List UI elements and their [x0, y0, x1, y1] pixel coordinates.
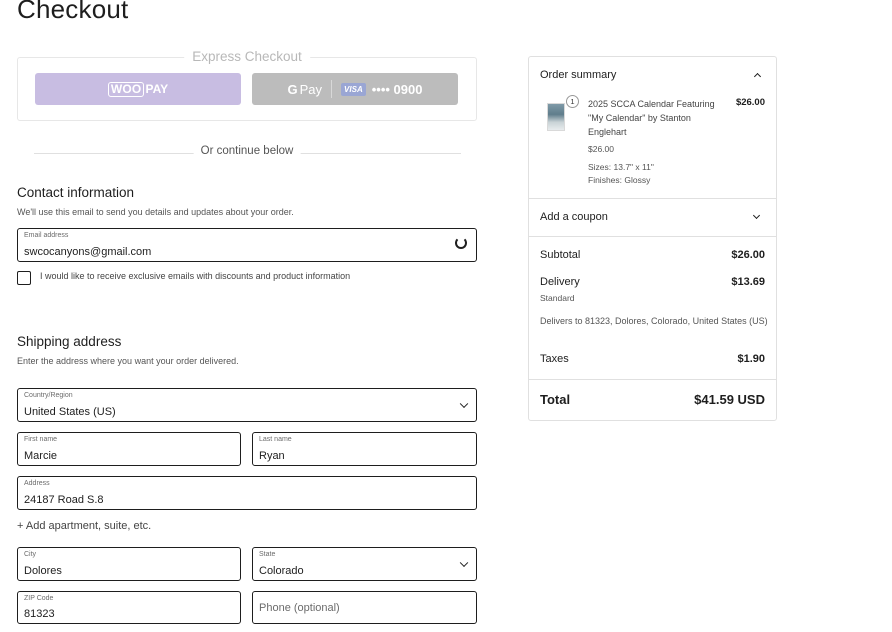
chevron-up-icon[interactable] [753, 72, 762, 81]
add-coupon-toggle[interactable]: Add a coupon [540, 211, 608, 223]
phone-placeholder: Phone (optional) [259, 601, 340, 614]
email-field-value: swcocanyons@gmail.com [24, 246, 152, 258]
country-select-label: Country/Region [24, 392, 73, 399]
delivery-value: $13.69 [731, 276, 765, 288]
page-title: Checkout [17, 0, 129, 24]
state-label: State [259, 551, 276, 558]
zip-label: ZIP Code [24, 595, 54, 602]
summary-divider [529, 236, 776, 237]
woopay-logo-woo: WOO [107, 81, 145, 97]
summary-divider [529, 198, 776, 199]
country-select[interactable]: Country/Region United States (US) [17, 388, 477, 422]
contact-section-title: Contact information [17, 185, 135, 200]
email-field-label: Email address [24, 232, 69, 239]
product-line-price: $26.00 [735, 97, 765, 108]
express-checkout-title: Express Checkout [184, 49, 310, 64]
marketing-optin-checkbox[interactable] [17, 271, 31, 285]
order-summary-panel: Order summary 1 2025 SCCA Calendar Featu… [528, 56, 777, 421]
city-value: Dolores [24, 565, 62, 577]
first-name-label: First name [24, 436, 58, 443]
contact-section-subtitle: We'll use this email to send you details… [17, 207, 294, 217]
zip-value: 81323 [24, 608, 55, 620]
city-field[interactable]: City Dolores [17, 547, 241, 581]
express-checkout-panel: Express Checkout WOO PAY G Pay VISA ••••… [17, 49, 477, 121]
state-select[interactable]: State Colorado [252, 547, 477, 581]
taxes-label: Taxes [540, 353, 569, 365]
visa-card-icon: VISA [341, 82, 366, 96]
gpay-separator [331, 80, 333, 98]
delivery-label: Delivery [540, 276, 580, 288]
chevron-down-icon[interactable] [752, 211, 761, 220]
total-value: $41.59 USD [694, 392, 765, 407]
last-name-value: Ryan [259, 450, 285, 462]
city-label: City [24, 551, 37, 558]
address-field[interactable]: Address 24187 Road S.8 [17, 476, 477, 510]
delivery-address-note: Delivers to 81323, Dolores, Colorado, Un… [540, 316, 768, 326]
country-select-value: United States (US) [24, 406, 116, 418]
summary-divider [529, 379, 776, 380]
gpay-label: Pay [299, 81, 323, 97]
order-summary-title[interactable]: Order summary [540, 69, 616, 81]
quantity-badge: 1 [566, 95, 579, 108]
last-name-label: Last name [259, 436, 292, 443]
first-name-value: Marcie [24, 450, 58, 462]
last-name-field[interactable]: Last name Ryan [252, 432, 477, 466]
subtotal-value: $26.00 [731, 249, 765, 261]
woopay-logo-pay: PAY [145, 82, 169, 96]
add-apartment-link[interactable]: + Add apartment, suite, etc. [17, 520, 151, 532]
continue-below-text: Or continue below [193, 145, 301, 157]
state-value: Colorado [259, 565, 304, 577]
product-unit-price: $26.00 [588, 144, 614, 154]
card-last-digits: •••• 0900 [371, 81, 423, 97]
shipping-section-title: Shipping address [17, 334, 122, 349]
product-name: 2025 SCCA Calendar Featuring "My Calenda… [588, 99, 715, 137]
zip-field[interactable]: ZIP Code 81323 [17, 591, 241, 624]
woopay-button[interactable]: WOO PAY [35, 73, 241, 105]
google-g-icon: G [287, 81, 298, 97]
total-label: Total [540, 392, 571, 407]
product-finish: Finishes: Glossy [588, 175, 651, 185]
product-size: Sizes: 13.7" x 11" [588, 162, 654, 172]
address-label: Address [24, 480, 50, 487]
chevron-down-icon [459, 399, 469, 409]
loading-spinner-icon [455, 237, 467, 249]
email-field[interactable]: Email address swcocanyons@gmail.com [17, 228, 477, 262]
shipping-section-subtitle: Enter the address where you want your or… [17, 356, 239, 366]
delivery-method: Standard [540, 293, 575, 303]
google-pay-button[interactable]: G Pay VISA •••• 0900 [252, 73, 458, 105]
marketing-optin-label: I would like to receive exclusive emails… [40, 271, 351, 281]
first-name-field[interactable]: First name Marcie [17, 432, 241, 466]
address-value: 24187 Road S.8 [24, 494, 104, 506]
chevron-down-icon [459, 558, 469, 568]
subtotal-label: Subtotal [540, 249, 581, 261]
taxes-value: $1.90 [737, 353, 765, 365]
product-thumbnail [547, 103, 565, 131]
phone-field[interactable]: Phone (optional) [252, 591, 477, 624]
